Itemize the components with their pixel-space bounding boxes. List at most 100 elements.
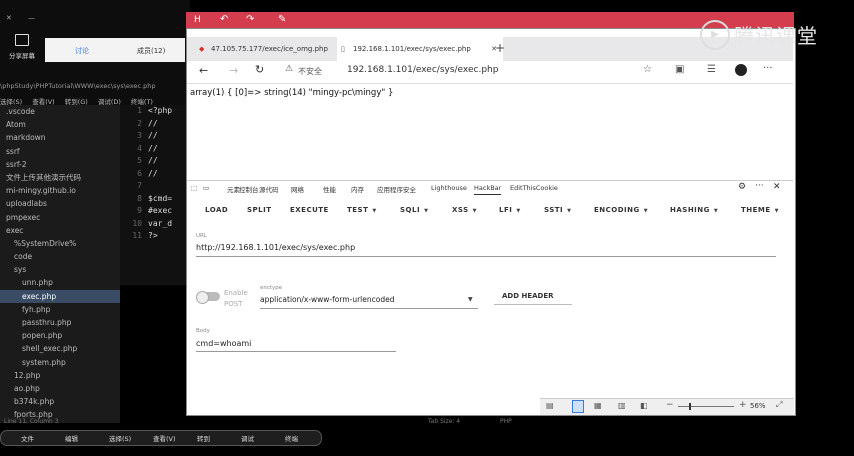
file-tree-item[interactable]: exec.php (0, 289, 120, 303)
new-tab-button[interactable]: + (495, 41, 505, 55)
devtools-tab[interactable]: 内存 (351, 184, 364, 194)
file-tree-item[interactable]: popen.php (0, 329, 120, 342)
enctype-select[interactable]: application/x-www-form-urlencoded (260, 295, 394, 304)
hackbar-button[interactable]: SSTI ▼ (544, 206, 572, 214)
file-tree-item[interactable]: fyh.php (0, 303, 120, 316)
add-header-button[interactable]: ADD HEADER (494, 288, 572, 305)
outline-view-icon[interactable]: ▥ (618, 401, 626, 410)
hackbar-button[interactable]: TEST ▼ (347, 206, 377, 214)
file-tree-item[interactable]: ao.php (0, 382, 120, 395)
file-tree-item[interactable]: .vscode (0, 105, 120, 118)
devtools-tab[interactable]: 应用程序 (377, 184, 403, 194)
taskbar-item[interactable]: 转到 (197, 433, 210, 443)
page-view-icon[interactable]: ▤ (546, 401, 554, 410)
more-icon[interactable]: ··· (763, 63, 773, 74)
file-tree-item[interactable]: %SystemDrive% (0, 237, 120, 250)
tab-members[interactable]: 成员(12) (137, 46, 165, 56)
hackbar-button[interactable]: LOAD (205, 206, 228, 214)
avatar[interactable] (735, 64, 747, 76)
hackbar-button[interactable]: XSS ▼ (452, 206, 477, 214)
file-tree-item[interactable]: uploadlabs (0, 197, 120, 210)
code-text: $cmd= (148, 193, 173, 203)
devtools-tab[interactable]: HackBar (474, 184, 502, 195)
file-path: \phpStudy\PHPTutorial\WWW\exec\sys\exec.… (0, 82, 156, 90)
fullscreen-icon[interactable]: ⤢ (776, 400, 782, 410)
file-tree-item[interactable]: code (0, 250, 120, 263)
window-minimize-icon[interactable]: — (28, 14, 35, 22)
file-tree-item[interactable]: sys (0, 263, 120, 276)
devtools-tab[interactable]: EditThisCookie (510, 184, 558, 192)
taskbar-item[interactable]: 终端 (285, 433, 298, 443)
redo-icon[interactable]: ↷ (246, 14, 254, 25)
hackbar-button[interactable]: ENCODING ▼ (594, 206, 648, 214)
taskbar-item[interactable]: 查看(V) (153, 433, 176, 443)
collections-icon[interactable]: ☰ (707, 64, 716, 75)
line-number: 4 (137, 143, 142, 153)
hackbar-url-field[interactable]: http://192.168.1.101/exec/sys/exec.php (196, 243, 355, 252)
devtools-tab[interactable]: 网络 (291, 184, 304, 194)
file-tree-item[interactable]: 文件上传其他演示代码 (0, 171, 120, 184)
enable-post-toggle[interactable] (196, 291, 220, 304)
code-line: 2 // (120, 118, 190, 131)
save-icon[interactable]: H (194, 15, 201, 25)
taskbar-item[interactable]: 文件 (21, 433, 34, 443)
devtools-tab[interactable]: Lighthouse (431, 184, 467, 192)
file-tree-item[interactable]: ssrf-2 (0, 158, 120, 171)
file-tree-item[interactable]: ssrf (0, 145, 120, 158)
read-mode-icon[interactable]: ◧ (640, 401, 648, 410)
extension-icon[interactable]: ▣ (675, 64, 684, 75)
file-tree-item[interactable]: passthru.php (0, 316, 120, 329)
reload-icon[interactable]: ↻ (255, 63, 264, 76)
hackbar-button[interactable]: LFI ▼ (499, 206, 521, 214)
browser-tab[interactable]: ◆ 47.105.75.177/exec/ice_omg.php (195, 37, 349, 61)
file-tree-item[interactable]: markdown (0, 131, 120, 144)
zoom-in-icon[interactable]: + (739, 400, 747, 410)
print-layout-icon[interactable] (572, 400, 584, 413)
zoom-thumb[interactable] (689, 403, 691, 410)
url-input[interactable]: 192.168.1.101/exec/sys/exec.php (347, 65, 498, 75)
window-close-icon[interactable]: ✕ (6, 14, 12, 22)
hackbar-button[interactable]: THEME ▼ (741, 206, 779, 214)
file-tree-item[interactable]: Atom (0, 118, 120, 131)
forward-icon[interactable]: → (229, 64, 238, 77)
file-tree-item[interactable]: shell_exec.php (0, 342, 120, 355)
hackbar-button[interactable]: SPLIT (247, 206, 272, 214)
file-tree-item[interactable]: exec (0, 224, 120, 237)
file-tree-item[interactable]: unn.php (0, 276, 120, 289)
web-layout-icon[interactable]: ▦ (594, 401, 602, 410)
devtools-close-icon[interactable]: ✕ (773, 182, 781, 192)
undo-icon[interactable]: ↶ (220, 14, 228, 25)
devtools-tab[interactable]: 性能 (323, 184, 336, 194)
taskbar-item[interactable]: 调试 (241, 433, 254, 443)
file-tree-item[interactable]: pmpexec (0, 211, 120, 224)
hackbar-body-field[interactable]: cmd=whoami (196, 339, 251, 348)
share-screen-button[interactable]: 分享屏幕 (5, 34, 39, 64)
favorite-icon[interactable]: ☆ (643, 64, 652, 75)
hackbar-button[interactable]: SQLI ▼ (400, 206, 428, 214)
file-tree-item[interactable]: 12.php (0, 369, 120, 382)
devtools-tab[interactable]: 安全 (403, 184, 416, 194)
file-tree-item[interactable]: system.php (0, 356, 120, 369)
devtools-settings-icon[interactable]: ⚙ (738, 182, 746, 192)
code-editor[interactable]: 1 <?php 2 // 3 // 4 // 5 // 6 // 7 8 $cmd= 9 #exec 10 var_… (120, 105, 190, 285)
devtools-device-icon[interactable]: ▭ (203, 184, 209, 192)
format-painter-icon[interactable]: ✎ (278, 14, 286, 25)
devtools-inspect-icon[interactable]: ⬚ (191, 184, 197, 192)
browser-tab-active[interactable]: ▯ 192.168.1.101/exec/sys/exec.php ✕ (337, 37, 503, 61)
file-tree-item[interactable]: b374k.php (0, 395, 120, 408)
hackbar-button-label: HASHING (670, 206, 710, 214)
tab-discuss[interactable]: 讨论 (75, 46, 89, 56)
zoom-slider[interactable] (678, 403, 734, 410)
devtools-tab[interactable]: 源代码 (259, 184, 279, 194)
devtools-tab[interactable]: 控制台 (239, 184, 259, 194)
tab-size-status: Tab Size: 4 (428, 418, 461, 425)
back-icon[interactable]: ← (199, 64, 208, 77)
hackbar-button[interactable]: HASHING ▼ (670, 206, 718, 214)
taskbar-item[interactable]: 编辑 (65, 433, 78, 443)
hackbar-button[interactable]: EXECUTE (290, 206, 329, 214)
zoom-out-icon[interactable]: − (666, 400, 674, 410)
enctype-dropdown-icon[interactable]: ▼ (468, 296, 473, 303)
devtools-more-icon[interactable]: ··· (755, 181, 764, 191)
taskbar-item[interactable]: 选择(S) (109, 433, 131, 443)
file-tree-item[interactable]: mi-mingy.github.io (0, 184, 120, 197)
